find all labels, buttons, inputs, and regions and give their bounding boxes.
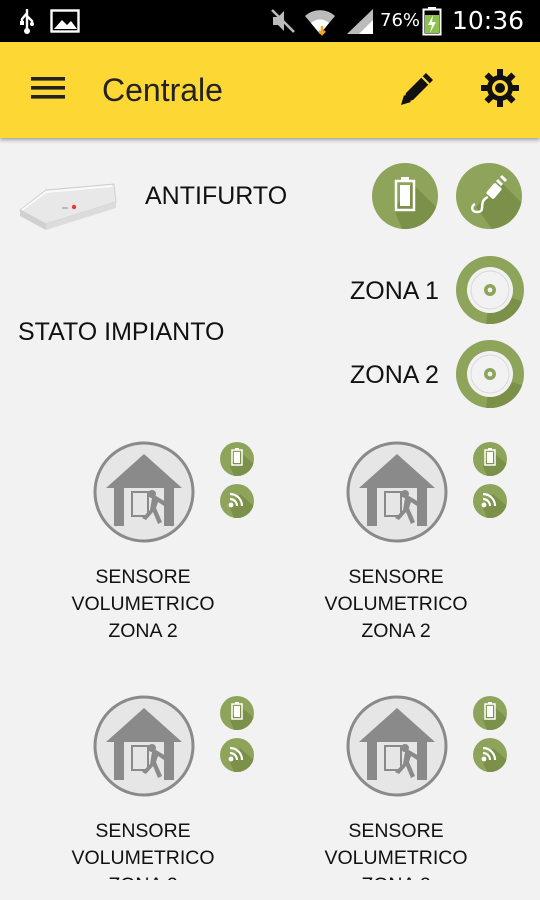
zone-target-icon xyxy=(467,267,524,324)
central-power-button[interactable] xyxy=(456,163,522,229)
battery-icon xyxy=(484,701,496,725)
sensor-4-signal-button[interactable] xyxy=(473,738,507,772)
sensor-zone: ZONA 2 xyxy=(296,872,496,880)
sensor-zone: ZONA 2 xyxy=(43,872,243,880)
alarm-panel-device xyxy=(16,172,121,234)
sensor-type: SENSORE xyxy=(348,566,444,588)
sensor-1-signal-button[interactable] xyxy=(220,484,254,518)
wireless-signal-icon xyxy=(480,743,500,768)
sensor-4-image[interactable] xyxy=(345,694,449,798)
sensor-type: SENSORE xyxy=(348,820,444,842)
sensor-zone: ZONA 2 xyxy=(361,620,431,642)
sensor-3-label: SENSORE VOLUMETRICO ZONA 2 xyxy=(43,818,243,880)
sensor-2-signal-button[interactable] xyxy=(473,484,507,518)
sensor-zone: ZONA 2 xyxy=(108,620,178,642)
wireless-signal-icon xyxy=(227,489,247,514)
sensor-1-image[interactable] xyxy=(92,440,196,544)
battery-icon xyxy=(231,701,243,725)
wireless-signal-icon xyxy=(480,489,500,514)
sensor-3-signal-button[interactable] xyxy=(220,738,254,772)
house-intruder-icon xyxy=(346,441,448,543)
sensor-2-battery-button[interactable] xyxy=(473,442,507,476)
sensor-kind: VOLUMETRICO xyxy=(71,847,215,869)
sensor-kind: VOLUMETRICO xyxy=(324,593,468,615)
central-battery-button[interactable] xyxy=(372,163,438,229)
sensor-kind: VOLUMETRICO xyxy=(324,847,468,869)
sensor-4-label: SENSORE VOLUMETRICO ZONA 2 xyxy=(296,818,496,880)
sensor-kind: VOLUMETRICO xyxy=(71,593,215,615)
sensor-type: SENSORE xyxy=(95,820,191,842)
zone-1-label: ZONA 1 xyxy=(350,277,439,305)
sensor-2-label: SENSORE VOLUMETRICO ZONA 2 xyxy=(296,564,496,645)
sensor-1-battery-button[interactable] xyxy=(220,442,254,476)
zone-1-button[interactable] xyxy=(456,256,524,324)
zone-2-button[interactable] xyxy=(456,340,524,408)
sensor-4-battery-button[interactable] xyxy=(473,696,507,730)
sensor-3-battery-button[interactable] xyxy=(220,696,254,730)
house-intruder-icon xyxy=(93,441,195,543)
house-intruder-icon xyxy=(93,695,195,797)
zone-target-icon xyxy=(467,351,524,408)
sensor-type: SENSORE xyxy=(95,566,191,588)
sensor-3-image[interactable] xyxy=(92,694,196,798)
central-label: ANTIFURTO xyxy=(145,182,288,210)
zone-2-label: ZONA 2 xyxy=(350,361,439,389)
system-status-label: STATO IMPIANTO xyxy=(18,318,225,346)
battery-icon xyxy=(484,447,496,471)
battery-icon xyxy=(231,447,243,471)
plug-icon xyxy=(467,172,511,221)
sensor-2-image[interactable] xyxy=(345,440,449,544)
sensor-1-label: SENSORE VOLUMETRICO ZONA 2 xyxy=(43,564,243,645)
battery-icon xyxy=(394,176,416,217)
wireless-signal-icon xyxy=(227,743,247,768)
house-intruder-icon xyxy=(346,695,448,797)
